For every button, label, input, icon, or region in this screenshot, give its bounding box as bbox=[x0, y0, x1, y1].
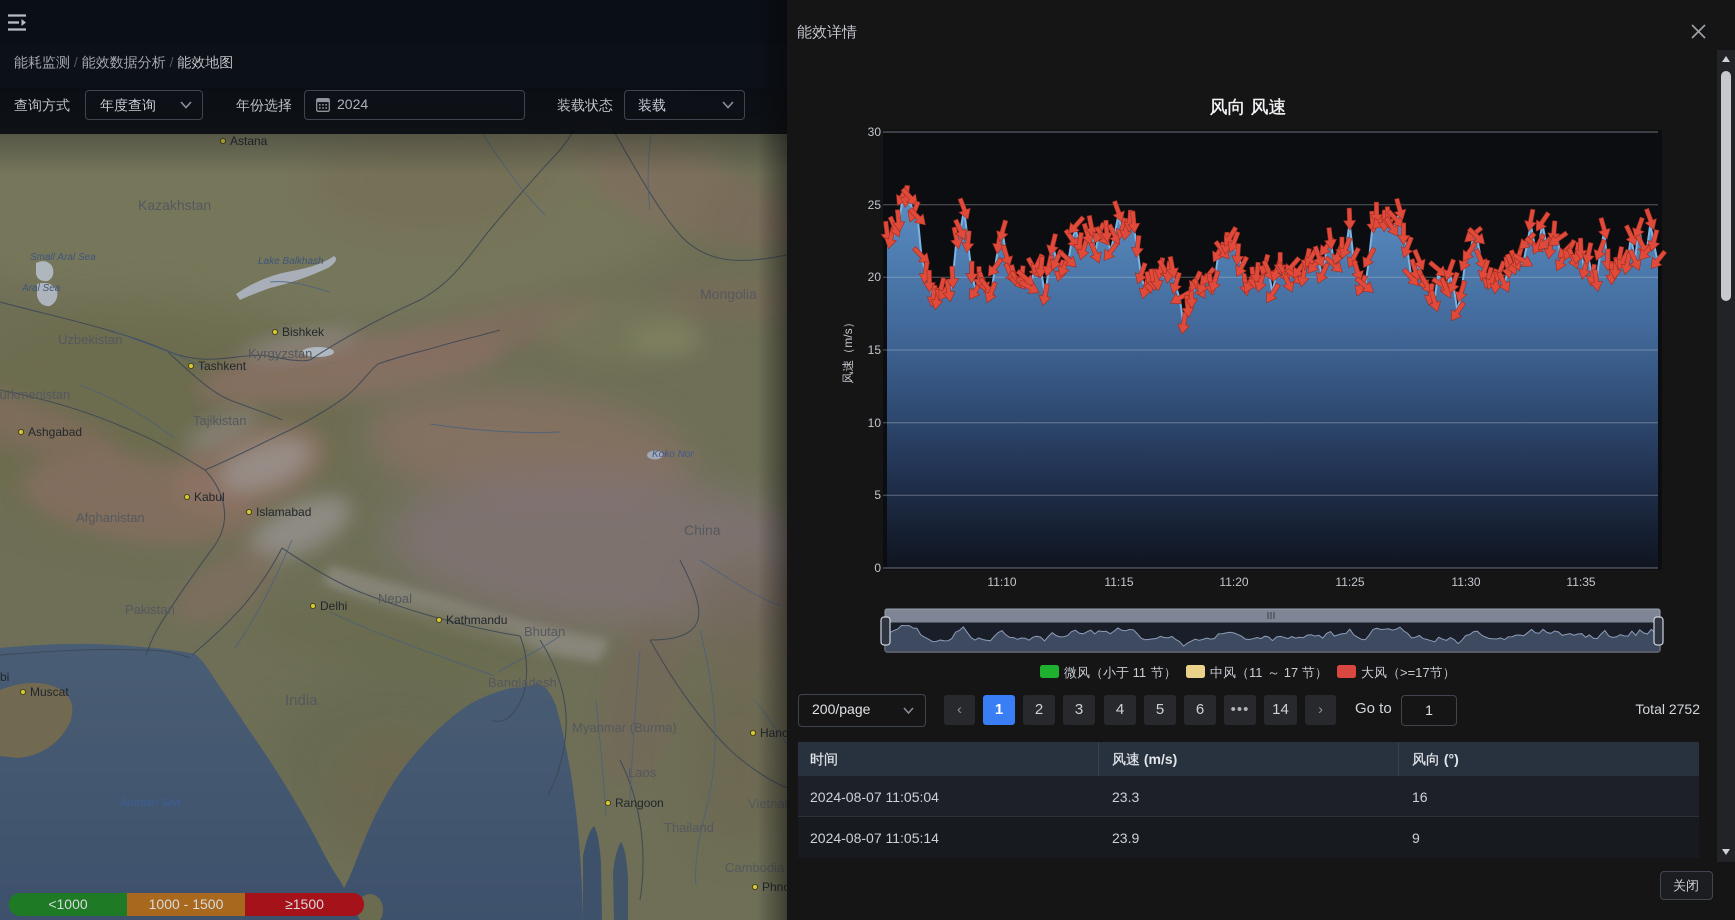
svg-text:/: / bbox=[70, 54, 82, 70]
svg-text:11: 11 bbox=[1129, 665, 1150, 680]
svg-text:17: 17 bbox=[1280, 665, 1302, 680]
svg-text:/: / bbox=[166, 54, 178, 70]
svg-text:(°): (°) bbox=[1440, 751, 1459, 767]
svg-text:>=17: >=17 bbox=[1400, 665, 1430, 680]
svg-text:11: 11 bbox=[1249, 665, 1266, 680]
svg-text:(m/s): (m/s) bbox=[1140, 751, 1177, 767]
svg-text:m/s: m/s bbox=[841, 328, 855, 347]
